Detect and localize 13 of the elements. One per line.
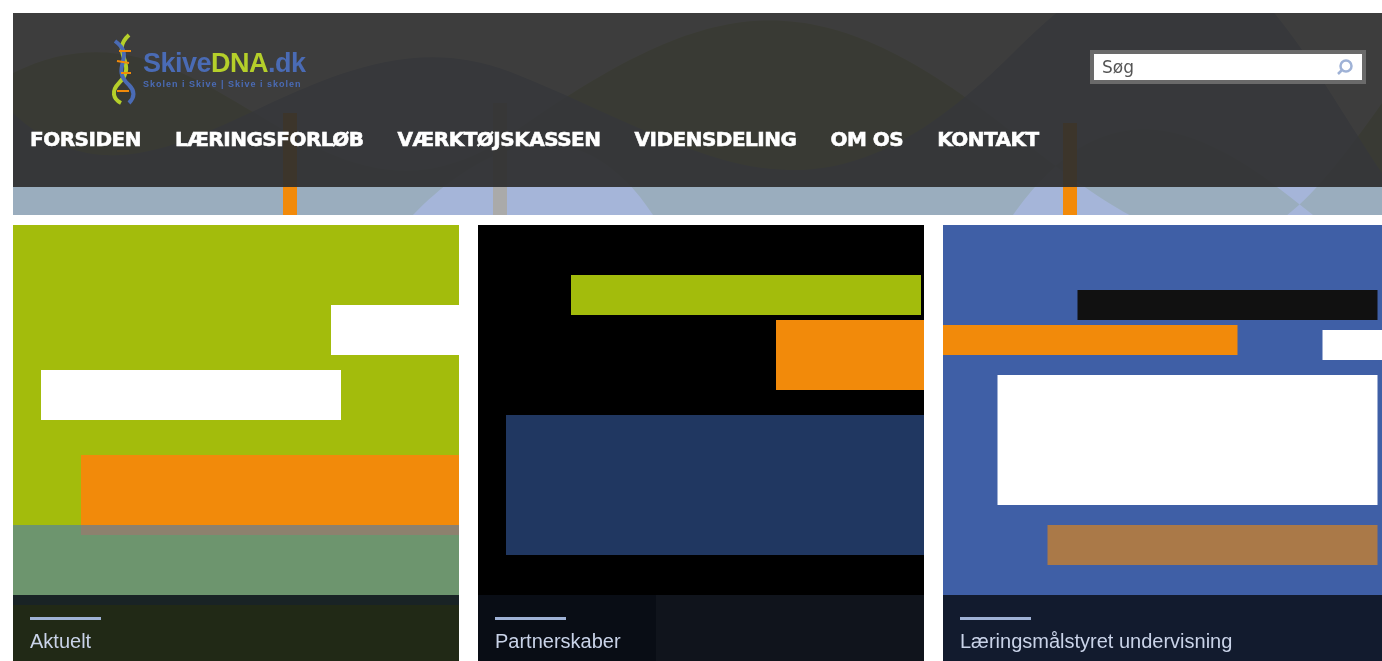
nav-link[interactable]: LÆRINGSFORLØB — [174, 127, 364, 151]
nav-link[interactable]: OM OS — [830, 127, 904, 151]
search-field[interactable]: Søg — [1090, 50, 1366, 84]
search-icon[interactable] — [1336, 58, 1354, 76]
card-title-link[interactable]: Aktuelt — [30, 630, 92, 652]
card-title-link[interactable]: Partnerskaber — [495, 630, 621, 652]
nav-link[interactable]: FORSIDEN — [30, 127, 141, 151]
nav-link[interactable]: KONTAKT — [937, 127, 1039, 151]
nav-link[interactable]: VÆRKTØJSKASSEN — [397, 127, 601, 151]
site-logo-name[interactable]: SkiveDNA.dk — [143, 48, 306, 79]
card-title-link[interactable]: Læringsmålstyret undervisning — [960, 630, 1233, 652]
site-tagline: Skolen i Skive | Skive i skolen — [143, 79, 303, 89]
nav-link[interactable]: VIDENSDELING — [634, 127, 797, 151]
